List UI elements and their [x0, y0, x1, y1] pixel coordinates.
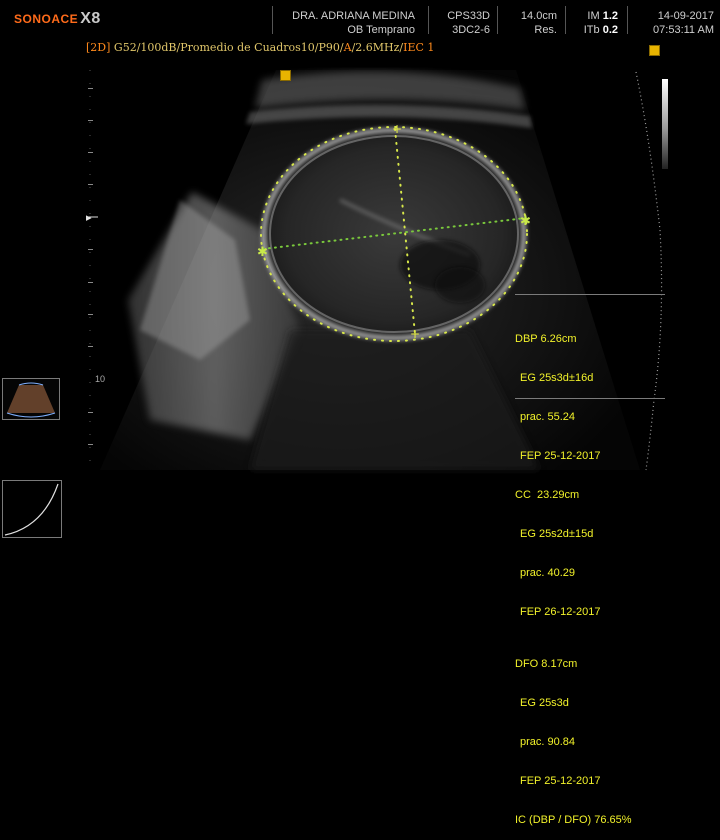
- depth-tick: [88, 314, 93, 315]
- depth-label-10: 10: [95, 374, 106, 384]
- depth-tick: [88, 444, 93, 445]
- measurement-results: DBP 6.26cm EG 25s3d±16d prac. 55.24 FEP …: [515, 294, 665, 826]
- dbp-fep: FEP 25-12-2017: [520, 450, 601, 462]
- caliper-marker-icon: +: [410, 327, 420, 341]
- caliper-marker-icon: ✱: [520, 214, 531, 229]
- measurement-divider: [515, 398, 665, 399]
- cc-title: CC 23.29cm: [515, 489, 580, 501]
- dfo-prac: prac. 90.84: [520, 736, 576, 748]
- depth-tick: [88, 412, 93, 413]
- grayscale-bar: [662, 79, 668, 169]
- probe-thumbnail[interactable]: [2, 378, 60, 420]
- dfo-title: DFO 8.17cm: [515, 658, 578, 670]
- gamma-curve-icon: [4, 483, 59, 536]
- cephalic-index: IC (DBP / DFO) 76.65%: [515, 814, 632, 826]
- caliper-marker-icon: +: [392, 122, 402, 136]
- depth-tick: [88, 249, 93, 250]
- dfo-fep: FEP 25-12-2017: [520, 775, 601, 787]
- dfo-eg: EG 25s3d: [520, 697, 569, 709]
- depth-tick: [88, 88, 93, 89]
- measurement-divider: [515, 294, 665, 295]
- dbp-eg: EG 25s3d±16d: [520, 372, 594, 384]
- cc-eg: EG 25s2d±15d: [520, 528, 594, 540]
- probe-orientation-marker-icon: [280, 70, 291, 81]
- dbp-prac: prac. 55.24: [520, 411, 576, 423]
- depth-tick: [88, 152, 93, 153]
- depth-tick: [88, 120, 93, 121]
- dbp-title: DBP 6.26cm: [515, 333, 577, 345]
- caliper-marker-icon: ✱: [257, 245, 268, 260]
- probe-sector-icon: [6, 382, 56, 418]
- cc-prac: prac. 40.29: [520, 567, 576, 579]
- depth-tick: [88, 184, 93, 185]
- depth-tick: [88, 282, 93, 283]
- cc-fep: FEP 26-12-2017: [520, 606, 601, 618]
- gamma-curve-thumbnail: [2, 480, 62, 538]
- depth-tick: [88, 346, 93, 347]
